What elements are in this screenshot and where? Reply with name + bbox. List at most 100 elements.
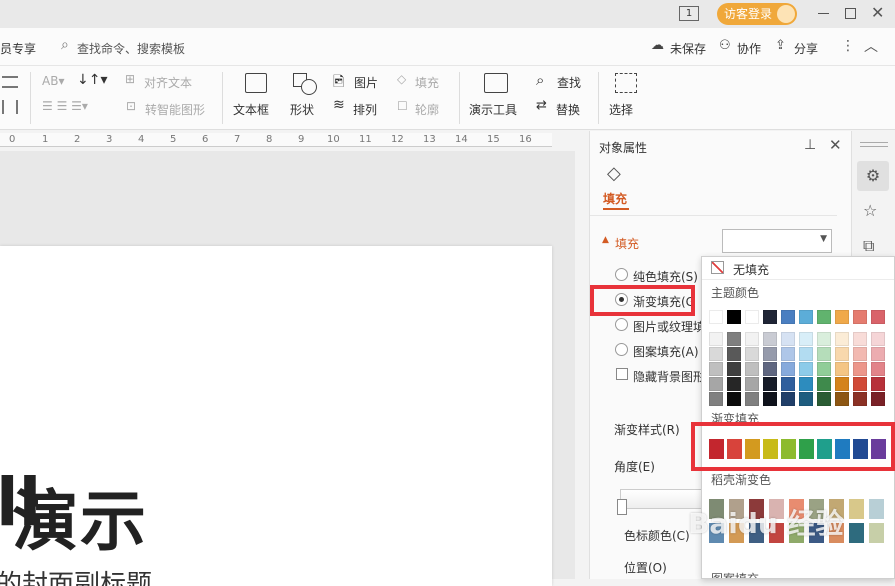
theme-color-swatch[interactable] bbox=[745, 310, 759, 324]
panel-close-icon[interactable]: ✕ bbox=[829, 136, 842, 154]
theme-tint-swatch[interactable] bbox=[799, 392, 813, 406]
theme-tint-swatch[interactable] bbox=[835, 332, 849, 346]
restore-icon[interactable] bbox=[845, 8, 856, 19]
section-fill[interactable]: 填充 bbox=[615, 235, 639, 252]
theme-tint-swatch[interactable] bbox=[871, 362, 885, 376]
theme-tint-swatch[interactable] bbox=[709, 377, 723, 391]
theme-tint-swatch[interactable] bbox=[727, 392, 741, 406]
properties-icon[interactable]: ⚙ bbox=[857, 161, 889, 191]
pattern-fill-radio[interactable] bbox=[615, 343, 628, 356]
replace-button[interactable]: 替换 bbox=[556, 101, 580, 118]
share-button[interactable]: 分享 bbox=[794, 40, 818, 57]
smart-shape-button[interactable]: 转智能图形 bbox=[145, 101, 205, 118]
theme-tint-swatch[interactable] bbox=[817, 392, 831, 406]
theme-tint-swatch[interactable] bbox=[727, 377, 741, 391]
shell-gradient-swatch[interactable] bbox=[869, 523, 884, 543]
theme-tint-swatch[interactable] bbox=[709, 362, 723, 376]
theme-tint-swatch[interactable] bbox=[853, 362, 867, 376]
theme-tint-swatch[interactable] bbox=[727, 347, 741, 361]
gradient-stop-handle[interactable] bbox=[617, 499, 627, 515]
theme-tint-swatch[interactable] bbox=[709, 392, 723, 406]
align-left-icon[interactable] bbox=[2, 76, 18, 88]
picture-button[interactable]: 图片 bbox=[354, 74, 378, 91]
theme-tint-swatch[interactable] bbox=[727, 362, 741, 376]
select-button[interactable]: 选择 bbox=[609, 101, 633, 118]
minimize-icon[interactable] bbox=[818, 13, 829, 14]
theme-tint-swatch[interactable] bbox=[763, 377, 777, 391]
shell-gradient-swatch[interactable] bbox=[849, 499, 864, 519]
theme-tint-swatch[interactable] bbox=[853, 377, 867, 391]
theme-color-swatch[interactable] bbox=[835, 310, 849, 324]
collab-button[interactable]: 协作 bbox=[737, 40, 761, 57]
theme-tint-swatch[interactable] bbox=[817, 332, 831, 346]
theme-tint-swatch[interactable] bbox=[709, 332, 723, 346]
slide-title[interactable]: 演示 bbox=[12, 468, 148, 564]
theme-tint-swatch[interactable] bbox=[745, 347, 759, 361]
theme-color-swatch[interactable] bbox=[781, 310, 795, 324]
copy-icon[interactable]: ⧉ bbox=[863, 236, 874, 256]
theme-color-swatch[interactable] bbox=[853, 310, 867, 324]
theme-tint-swatch[interactable] bbox=[763, 347, 777, 361]
theme-tint-swatch[interactable] bbox=[781, 332, 795, 346]
pattern-fill-label[interactable]: 图案填充(A) bbox=[633, 343, 699, 360]
align-text-button[interactable]: 对齐文本 bbox=[144, 74, 192, 91]
fill-dropdown[interactable]: ▼ bbox=[722, 229, 832, 253]
star-icon[interactable]: ☆ bbox=[863, 201, 877, 220]
theme-color-swatch[interactable] bbox=[871, 310, 885, 324]
theme-tint-swatch[interactable] bbox=[871, 392, 885, 406]
close-icon[interactable]: ✕ bbox=[871, 3, 884, 22]
more-icon[interactable]: ⋮ bbox=[841, 38, 855, 54]
theme-tint-swatch[interactable] bbox=[835, 392, 849, 406]
solid-fill-label[interactable]: 纯色填充(S) bbox=[633, 268, 698, 285]
theme-tint-swatch[interactable] bbox=[871, 332, 885, 346]
collapse-ribbon-icon[interactable]: ︿ bbox=[864, 36, 878, 56]
outline-button[interactable]: 轮廓 bbox=[415, 101, 439, 118]
picture-fill-radio[interactable] bbox=[615, 318, 628, 331]
theme-tint-swatch[interactable] bbox=[799, 362, 813, 376]
theme-tint-swatch[interactable] bbox=[799, 332, 813, 346]
theme-tint-swatch[interactable] bbox=[871, 377, 885, 391]
theme-tint-swatch[interactable] bbox=[763, 392, 777, 406]
theme-color-swatch[interactable] bbox=[709, 310, 723, 324]
theme-tint-swatch[interactable] bbox=[799, 347, 813, 361]
theme-tint-swatch[interactable] bbox=[817, 377, 831, 391]
theme-tint-swatch[interactable] bbox=[709, 347, 723, 361]
theme-tint-swatch[interactable] bbox=[781, 392, 795, 406]
no-fill-option[interactable]: 无填充 bbox=[733, 261, 769, 278]
theme-tint-swatch[interactable] bbox=[817, 347, 831, 361]
solid-fill-radio[interactable] bbox=[615, 268, 628, 281]
hide-bg-checkbox[interactable] bbox=[616, 368, 628, 380]
theme-tint-swatch[interactable] bbox=[745, 377, 759, 391]
search-input[interactable]: 查找命令、搜索模板 bbox=[77, 40, 185, 57]
align-col-icon[interactable] bbox=[2, 100, 18, 114]
theme-tint-swatch[interactable] bbox=[745, 362, 759, 376]
line-sort-icon[interactable]: ↓↑▾ bbox=[77, 72, 108, 88]
panel-header[interactable]: 对象属性 bbox=[599, 139, 647, 156]
theme-tint-swatch[interactable] bbox=[853, 332, 867, 346]
theme-color-swatch[interactable] bbox=[799, 310, 813, 324]
theme-tint-swatch[interactable] bbox=[745, 332, 759, 346]
char-spacing-icon[interactable]: AB▾ bbox=[42, 74, 64, 88]
section-collapse-icon[interactable]: ▲ bbox=[602, 235, 609, 245]
shell-gradient-swatch[interactable] bbox=[869, 499, 884, 519]
theme-tint-swatch[interactable] bbox=[781, 347, 795, 361]
textbox-button[interactable]: 文本框 bbox=[233, 101, 269, 118]
guest-login-button[interactable]: 访客登录 bbox=[717, 3, 797, 25]
shape-button[interactable]: 形状 bbox=[290, 101, 314, 118]
arrange-button[interactable]: 排列 bbox=[353, 101, 377, 118]
theme-tint-swatch[interactable] bbox=[781, 377, 795, 391]
theme-tint-swatch[interactable] bbox=[763, 332, 777, 346]
hide-bg-label[interactable]: 隐藏背景图形 bbox=[633, 368, 705, 385]
theme-color-swatch[interactable] bbox=[727, 310, 741, 324]
theme-tint-swatch[interactable] bbox=[835, 362, 849, 376]
picture-fill-label[interactable]: 图片或纹理填 bbox=[633, 318, 705, 335]
theme-tint-swatch[interactable] bbox=[871, 347, 885, 361]
fill-button[interactable]: 填充 bbox=[415, 74, 439, 91]
theme-tint-swatch[interactable] bbox=[781, 362, 795, 376]
tab-fill[interactable]: 填充 bbox=[603, 190, 627, 207]
find-button[interactable]: 查找 bbox=[557, 74, 581, 91]
theme-tint-swatch[interactable] bbox=[835, 377, 849, 391]
slide-subtitle[interactable]: 的封面副标题 bbox=[0, 564, 152, 586]
theme-tint-swatch[interactable] bbox=[835, 347, 849, 361]
theme-tint-swatch[interactable] bbox=[853, 347, 867, 361]
